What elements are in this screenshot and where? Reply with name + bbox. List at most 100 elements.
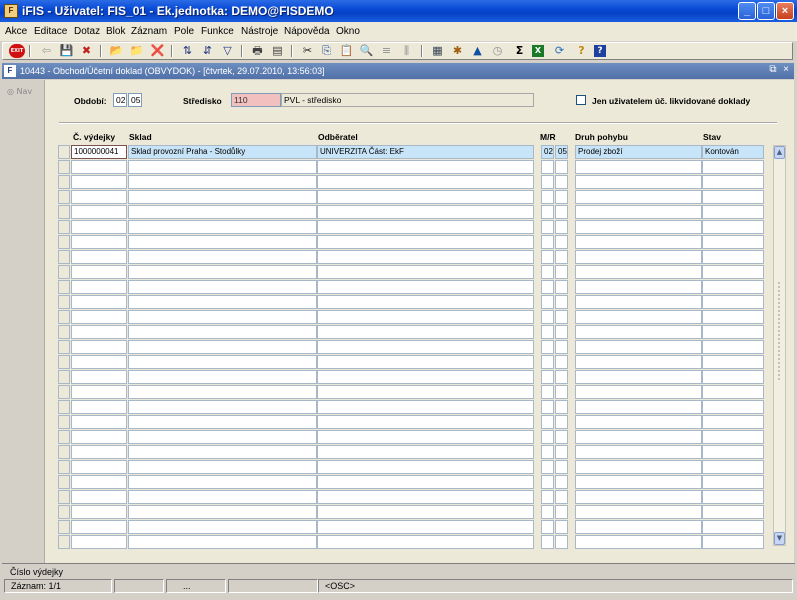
delete-icon[interactable]: ✖ [79, 44, 94, 58]
cell-r[interactable] [555, 430, 568, 444]
cell-m[interactable] [541, 235, 554, 249]
row-marker[interactable] [58, 340, 70, 354]
cell-status[interactable] [702, 535, 764, 549]
copy-icon[interactable]: ⎘ [319, 44, 334, 58]
cell-movement[interactable] [575, 340, 702, 354]
cell-status[interactable] [702, 235, 764, 249]
cell-m[interactable] [541, 355, 554, 369]
cell-customer[interactable] [317, 505, 534, 519]
scroll-down-icon[interactable]: ▼ [774, 532, 785, 545]
menu-funkce[interactable]: Funkce [201, 26, 234, 37]
cell-doc-no[interactable] [71, 220, 127, 234]
cell-m[interactable] [541, 250, 554, 264]
cell-status[interactable] [702, 460, 764, 474]
row-marker[interactable] [58, 205, 70, 219]
cell-m[interactable] [541, 535, 554, 549]
paste-icon[interactable]: 📋 [339, 44, 354, 58]
menu-akce[interactable]: Akce [5, 26, 27, 37]
cell-r[interactable] [555, 220, 568, 234]
cell-customer[interactable] [317, 205, 534, 219]
row-marker[interactable] [58, 505, 70, 519]
cell-r[interactable] [555, 400, 568, 414]
cell-m[interactable] [541, 370, 554, 384]
row-marker[interactable] [58, 460, 70, 474]
cell-customer[interactable] [317, 280, 534, 294]
cell-warehouse[interactable] [128, 505, 317, 519]
cell-r[interactable] [555, 250, 568, 264]
filter-icon[interactable]: ▽ [220, 44, 235, 58]
cell-warehouse[interactable] [128, 175, 317, 189]
cell-r[interactable] [555, 370, 568, 384]
form-close-button[interactable]: × [781, 65, 791, 76]
cell-movement[interactable] [575, 460, 702, 474]
cell-r[interactable] [555, 475, 568, 489]
cell-doc-no[interactable] [71, 205, 127, 219]
menu-pole[interactable]: Pole [174, 26, 194, 37]
cell-r[interactable] [555, 190, 568, 204]
cell-r[interactable] [555, 355, 568, 369]
row-marker[interactable] [58, 220, 70, 234]
row-marker[interactable] [58, 295, 70, 309]
cell-m[interactable] [541, 460, 554, 474]
cell-customer[interactable] [317, 250, 534, 264]
cell-movement[interactable] [575, 445, 702, 459]
sort-asc-icon[interactable]: ⇅ [180, 44, 195, 58]
cell-warehouse[interactable] [128, 370, 317, 384]
minimize-button[interactable]: _ [738, 2, 756, 20]
row-marker[interactable] [58, 415, 70, 429]
cell-status[interactable] [702, 370, 764, 384]
cell-r[interactable] [555, 490, 568, 504]
cell-m[interactable] [541, 340, 554, 354]
cell-doc-no[interactable] [71, 490, 127, 504]
row-marker[interactable] [58, 355, 70, 369]
row-marker[interactable] [58, 235, 70, 249]
row-marker[interactable] [58, 490, 70, 504]
cell-status[interactable] [702, 190, 764, 204]
cell-customer[interactable] [317, 445, 534, 459]
cell-m[interactable] [541, 175, 554, 189]
cell-r[interactable] [555, 325, 568, 339]
cell-status[interactable] [702, 325, 764, 339]
cell-movement[interactable] [575, 295, 702, 309]
cell-movement[interactable] [575, 415, 702, 429]
cell-status[interactable] [702, 475, 764, 489]
cell-warehouse[interactable] [128, 445, 317, 459]
cell-customer[interactable] [317, 235, 534, 249]
exit-icon[interactable]: EXIT [9, 44, 25, 58]
cell-m[interactable] [541, 415, 554, 429]
cell-movement[interactable] [575, 235, 702, 249]
cell-r[interactable] [555, 460, 568, 474]
refresh-icon[interactable]: ⟳ [552, 44, 567, 58]
cell-r[interactable] [555, 175, 568, 189]
cell-doc-no[interactable] [71, 235, 127, 249]
cell-status[interactable] [702, 280, 764, 294]
sort-desc-icon[interactable]: ⇵ [200, 44, 215, 58]
menu-editace[interactable]: Editace [34, 26, 67, 37]
help-book-icon[interactable]: ? [574, 44, 589, 58]
cell-m[interactable] [541, 385, 554, 399]
cell-warehouse[interactable] [128, 520, 317, 534]
cell-status[interactable] [702, 430, 764, 444]
cell-doc-no[interactable] [71, 340, 127, 354]
cell-r[interactable] [555, 265, 568, 279]
row-marker[interactable] [58, 370, 70, 384]
cell-customer[interactable] [317, 160, 534, 174]
cell-doc-no[interactable] [71, 415, 127, 429]
cell-movement[interactable] [575, 475, 702, 489]
cell-doc-no[interactable] [71, 445, 127, 459]
cell-r[interactable] [555, 160, 568, 174]
cell-status[interactable] [702, 415, 764, 429]
cell-customer[interactable] [317, 220, 534, 234]
print-preview-icon[interactable]: ▤ [270, 44, 285, 58]
cell-r[interactable] [555, 535, 568, 549]
cell-warehouse[interactable] [128, 250, 317, 264]
folder-save-icon[interactable]: 📁 [129, 44, 144, 58]
save-icon[interactable]: 💾 [59, 44, 74, 58]
row-marker[interactable] [58, 160, 70, 174]
cell-customer[interactable] [317, 175, 534, 189]
cell-customer[interactable] [317, 415, 534, 429]
cell-m[interactable] [541, 325, 554, 339]
cell-warehouse[interactable] [128, 355, 317, 369]
cell-warehouse[interactable] [128, 460, 317, 474]
cell-warehouse[interactable] [128, 490, 317, 504]
